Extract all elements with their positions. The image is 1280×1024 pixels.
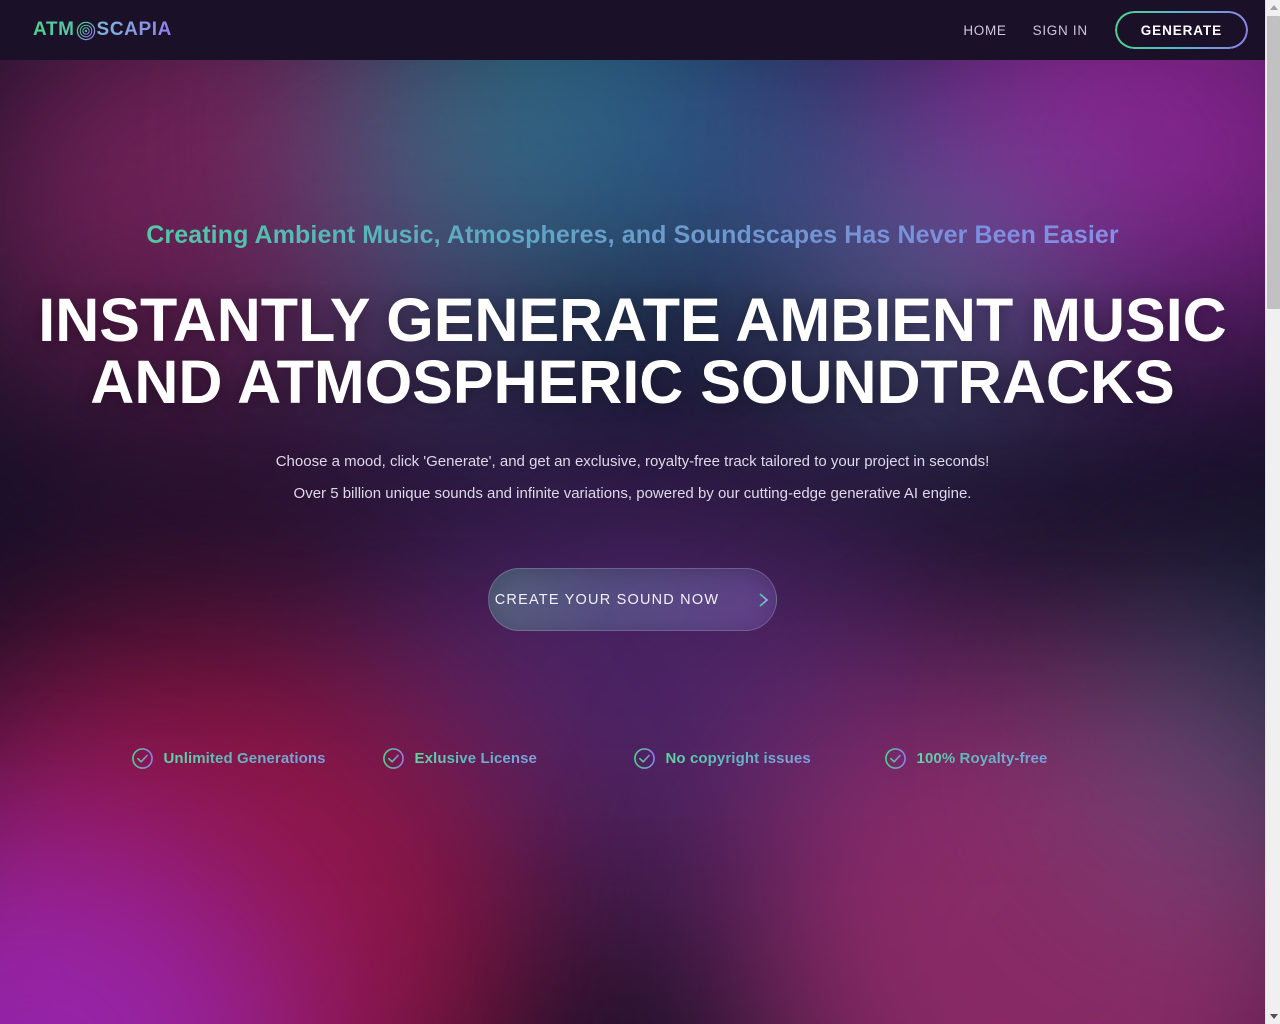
scroll-up-button[interactable] — [1266, 0, 1280, 15]
site-logo[interactable]: ATM SCAPIA — [33, 19, 172, 41]
hero-cta-wrapper: CREATE YOUR SOUND NOW — [0, 568, 1265, 631]
check-circle-icon — [884, 747, 907, 770]
feature-item-unlimited-generations: Unlimited Generations — [131, 747, 382, 770]
check-circle-icon — [382, 747, 405, 770]
hero-headline-line-2: AND ATMOSPHERIC SOUNDTRACKS — [90, 348, 1175, 416]
vinyl-spiral-icon — [76, 21, 96, 41]
page-root: ATM SCAPIA HOME SIGN IN GENERATE Creatin… — [0, 0, 1280, 1024]
feature-label: 100% Royalty-free — [916, 750, 1048, 767]
feature-label: No copyright issues — [665, 750, 811, 767]
scroll-up-icon — [1269, 5, 1278, 10]
arrow-right-icon — [736, 592, 770, 608]
hero-subtext-line-1: Choose a mood, click 'Generate', and get… — [275, 453, 990, 470]
hero-headline: INSTANTLY GENERATE AMBIENT MUSIC AND ATM… — [0, 289, 1265, 413]
feature-item-royalty-free: 100% Royalty-free — [884, 747, 1135, 770]
generate-button[interactable]: GENERATE — [1114, 11, 1248, 49]
main-navigation: HOME SIGN IN GENERATE — [950, 0, 1248, 60]
generate-button-label: GENERATE — [1140, 22, 1222, 38]
create-your-sound-now-button[interactable]: CREATE YOUR SOUND NOW — [488, 568, 777, 631]
hero-section: Creating Ambient Music, Atmospheres, and… — [0, 60, 1265, 1024]
hero-subtext-line-2: Over 5 billion unique sounds and infinit… — [293, 485, 972, 502]
scrollbar-thumb[interactable] — [1267, 16, 1280, 309]
hero-tagline: Creating Ambient Music, Atmospheres, and… — [0, 220, 1265, 250]
logo-text-left: ATM — [33, 19, 75, 40]
check-circle-icon — [633, 747, 656, 770]
logo-text-right: SCAPIA — [96, 19, 172, 40]
check-circle-icon — [131, 747, 154, 770]
hero-headline-line-1: INSTANTLY GENERATE AMBIENT MUSIC — [38, 286, 1227, 354]
nav-link-sign-in[interactable]: SIGN IN — [1020, 23, 1101, 38]
scroll-down-button[interactable] — [1266, 1009, 1280, 1024]
nav-link-home[interactable]: HOME — [950, 23, 1019, 38]
hero-content: Creating Ambient Music, Atmospheres, and… — [0, 220, 1265, 770]
cta-label: CREATE YOUR SOUND NOW — [494, 591, 720, 608]
feature-label: Exlusive License — [414, 750, 538, 767]
scroll-down-icon — [1269, 1014, 1278, 1019]
feature-item-exlusive-license: Exlusive License — [382, 747, 633, 770]
feature-label: Unlimited Generations — [163, 750, 326, 767]
bg-blob-purple-bottomleft — [0, 820, 300, 1024]
browser-viewport: ATM SCAPIA HOME SIGN IN GENERATE Creatin… — [0, 0, 1265, 1024]
feature-item-no-copyright-issues: No copyright issues — [633, 747, 884, 770]
vertical-scrollbar[interactable] — [1265, 0, 1280, 1024]
feature-list: Unlimited Generations Exlusive License N… — [0, 747, 1265, 770]
site-header: ATM SCAPIA HOME SIGN IN GENERATE — [0, 0, 1265, 60]
